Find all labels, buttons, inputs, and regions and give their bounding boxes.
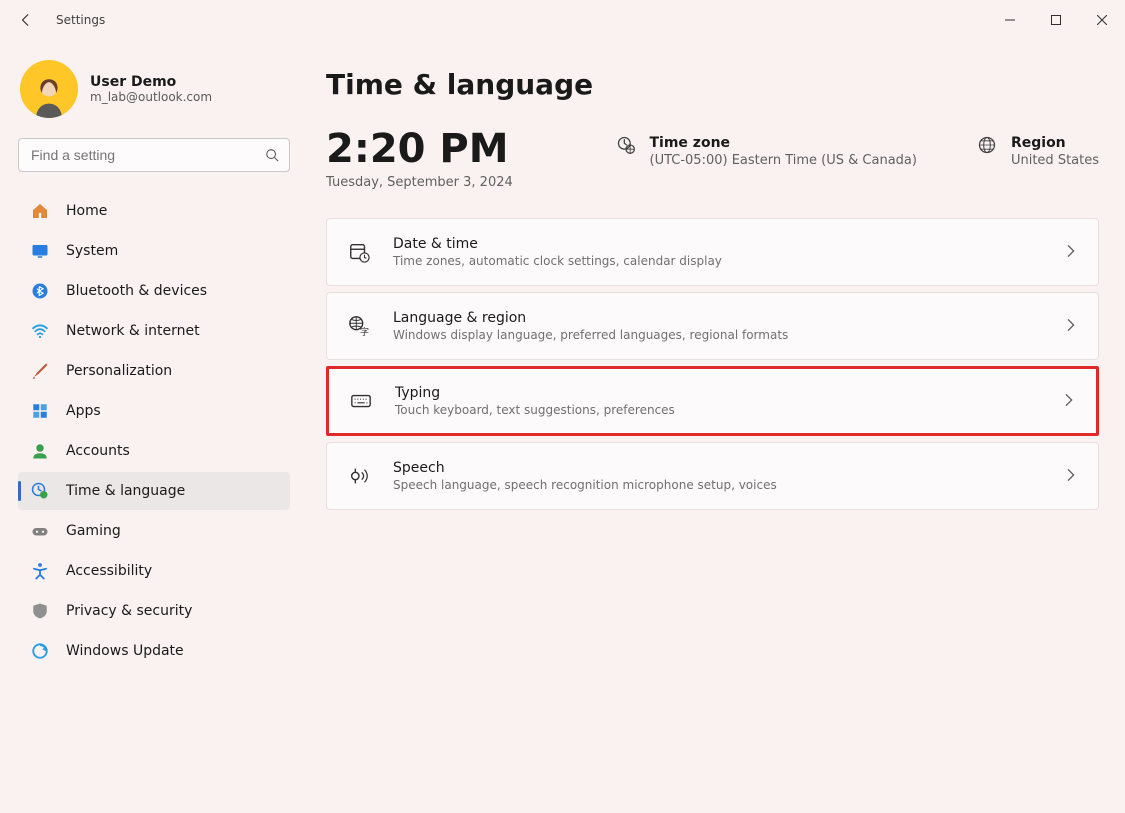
region-value: United States <box>1011 153 1099 168</box>
window-controls <box>987 0 1125 40</box>
main-content: Time & language 2:20 PM Tuesday, Septemb… <box>300 40 1125 813</box>
nav-list: Home System Bluetooth & devices Network … <box>18 192 290 670</box>
sidebar-item-privacy[interactable]: Privacy & security <box>18 592 290 630</box>
person-icon <box>30 441 50 461</box>
minimize-button[interactable] <box>987 0 1033 40</box>
chevron-right-icon <box>1064 243 1078 262</box>
close-icon <box>1097 15 1107 25</box>
bluetooth-icon <box>30 281 50 301</box>
card-speech[interactable]: Speech Speech language, speech recogniti… <box>326 442 1099 510</box>
update-icon <box>30 641 50 661</box>
search-icon <box>265 148 279 162</box>
clock-block: 2:20 PM Tuesday, September 3, 2024 <box>326 129 513 190</box>
maximize-icon <box>1051 15 1061 25</box>
sidebar-item-accessibility[interactable]: Accessibility <box>18 552 290 590</box>
nav-label: Network & internet <box>66 323 200 339</box>
nav-label: Personalization <box>66 363 172 379</box>
sidebar-item-time-language[interactable]: Time & language <box>18 472 290 510</box>
paintbrush-icon <box>30 361 50 381</box>
nav-label: Bluetooth & devices <box>66 283 207 299</box>
card-subtitle: Windows display language, preferred lang… <box>393 328 788 342</box>
calendar-clock-icon <box>347 240 371 264</box>
gamepad-icon <box>30 521 50 541</box>
search-input[interactable] <box>29 146 265 164</box>
sidebar-item-bluetooth[interactable]: Bluetooth & devices <box>18 272 290 310</box>
language-icon: 字 <box>347 314 371 338</box>
card-title: Speech <box>393 460 777 476</box>
keyboard-icon <box>349 389 373 413</box>
card-subtitle: Touch keyboard, text suggestions, prefer… <box>395 403 675 417</box>
profile-block[interactable]: User Demo m_lab@outlook.com <box>18 54 290 134</box>
card-title: Language & region <box>393 310 788 326</box>
minimize-icon <box>1005 15 1015 25</box>
timezone-block[interactable]: Time zone (UTC-05:00) Eastern Time (US &… <box>616 129 917 168</box>
nav-label: Apps <box>66 403 101 419</box>
timezone-label: Time zone <box>650 135 917 151</box>
maximize-button[interactable] <box>1033 0 1079 40</box>
nav-label: System <box>66 243 118 259</box>
sidebar-item-home[interactable]: Home <box>18 192 290 230</box>
wifi-icon <box>30 321 50 341</box>
back-button[interactable] <box>16 10 36 30</box>
info-row: 2:20 PM Tuesday, September 3, 2024 Time … <box>326 129 1099 190</box>
sidebar-item-network[interactable]: Network & internet <box>18 312 290 350</box>
nav-label: Home <box>66 203 107 219</box>
nav-label: Time & language <box>66 483 185 499</box>
chevron-right-icon <box>1064 317 1078 336</box>
accessibility-icon <box>30 561 50 581</box>
svg-text:字: 字 <box>360 326 369 337</box>
avatar <box>20 60 78 118</box>
titlebar: Settings <box>0 0 1125 40</box>
sidebar-item-apps[interactable]: Apps <box>18 392 290 430</box>
page-title: Time & language <box>326 68 1099 101</box>
close-button[interactable] <box>1079 0 1125 40</box>
card-language-region[interactable]: 字 Language & region Windows display lang… <box>326 292 1099 360</box>
timezone-value: (UTC-05:00) Eastern Time (US & Canada) <box>650 153 917 168</box>
card-date-time[interactable]: Date & time Time zones, automatic clock … <box>326 218 1099 286</box>
nav-label: Gaming <box>66 523 121 539</box>
clock-globe-icon <box>616 135 636 155</box>
card-typing[interactable]: Typing Touch keyboard, text suggestions,… <box>326 366 1099 436</box>
card-title: Date & time <box>393 236 722 252</box>
settings-cards: Date & time Time zones, automatic clock … <box>326 218 1099 510</box>
nav-label: Windows Update <box>66 643 184 659</box>
clock-date: Tuesday, September 3, 2024 <box>326 175 513 190</box>
clock-time: 2:20 PM <box>326 129 513 169</box>
chevron-right-icon <box>1064 467 1078 486</box>
sidebar: User Demo m_lab@outlook.com Home System … <box>0 40 300 813</box>
clock-globe-icon <box>30 481 50 501</box>
window-title: Settings <box>56 13 105 27</box>
sidebar-item-personalization[interactable]: Personalization <box>18 352 290 390</box>
search-box[interactable] <box>18 138 290 172</box>
system-icon <box>30 241 50 261</box>
sidebar-item-update[interactable]: Windows Update <box>18 632 290 670</box>
sidebar-item-system[interactable]: System <box>18 232 290 270</box>
globe-icon <box>977 135 997 155</box>
card-subtitle: Speech language, speech recognition micr… <box>393 478 777 492</box>
profile-name: User Demo <box>90 74 212 90</box>
card-title: Typing <box>395 385 675 401</box>
shield-icon <box>30 601 50 621</box>
region-block[interactable]: Region United States <box>977 129 1099 168</box>
home-icon <box>30 201 50 221</box>
nav-label: Privacy & security <box>66 603 192 619</box>
chevron-right-icon <box>1062 392 1076 411</box>
card-subtitle: Time zones, automatic clock settings, ca… <box>393 254 722 268</box>
nav-label: Accounts <box>66 443 130 459</box>
speech-icon <box>347 464 371 488</box>
sidebar-item-gaming[interactable]: Gaming <box>18 512 290 550</box>
apps-icon <box>30 401 50 421</box>
region-label: Region <box>1011 135 1099 151</box>
sidebar-item-accounts[interactable]: Accounts <box>18 432 290 470</box>
profile-email: m_lab@outlook.com <box>90 90 212 104</box>
nav-label: Accessibility <box>66 563 152 579</box>
